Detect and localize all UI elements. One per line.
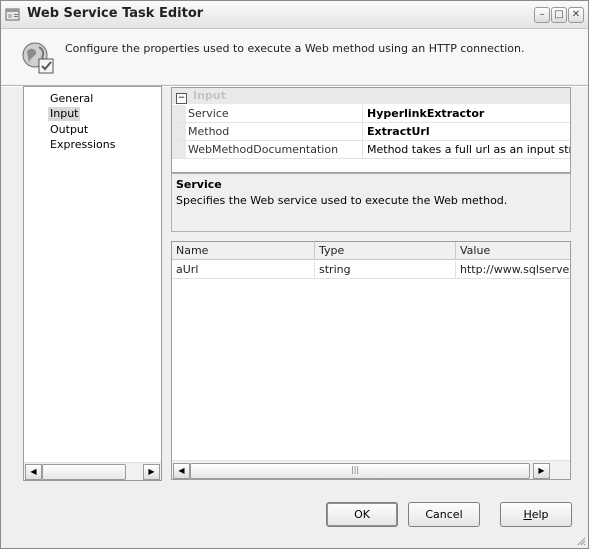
scroll-right-icon[interactable]: ▶ xyxy=(533,463,550,479)
property-value[interactable]: Method takes a full url as an input stri… xyxy=(367,141,570,158)
property-category-row[interactable]: − Input xyxy=(172,88,570,104)
nav-item-general[interactable]: General xyxy=(48,92,95,106)
property-grid[interactable]: − Input Service HyperlinkExtractor Method… xyxy=(171,87,571,173)
property-name: WebMethodDocumentation xyxy=(188,141,363,158)
property-value[interactable]: HyperlinkExtractor xyxy=(367,105,570,122)
web-service-globe-icon xyxy=(22,42,54,74)
help-button[interactable]: Help xyxy=(500,502,572,527)
property-description-panel: Service Specifies the Web service used t… xyxy=(171,173,571,232)
cancel-button[interactable]: Cancel xyxy=(408,502,480,527)
description-title: Service xyxy=(176,178,222,191)
minimize-icon[interactable]: – xyxy=(534,7,550,23)
table-cell-type[interactable]: string xyxy=(315,261,456,279)
scroll-right-icon[interactable]: ▶ xyxy=(143,464,160,480)
dialog-window: Web Service Task Editor – □ ✕ Configure … xyxy=(0,0,589,549)
maximize-icon[interactable]: □ xyxy=(551,7,567,23)
nav-item-input[interactable]: Input xyxy=(48,107,81,121)
nav-item-expressions[interactable]: Expressions xyxy=(48,138,117,152)
close-icon[interactable]: ✕ xyxy=(568,7,584,23)
parameters-horizontal-scrollbar[interactable]: ◀ ||| ▶ xyxy=(172,460,570,479)
scroll-thumb[interactable]: ||| xyxy=(190,463,530,479)
property-row-webmethod-documentation[interactable]: WebMethodDocumentation Method takes a fu… xyxy=(172,141,570,159)
scroll-thumb[interactable] xyxy=(42,464,126,480)
title-bar[interactable]: Web Service Task Editor – □ ✕ xyxy=(1,1,588,29)
window-title: Web Service Task Editor xyxy=(27,6,204,21)
scroll-left-icon[interactable]: ◀ xyxy=(25,464,42,480)
thumb-grip-icon: ||| xyxy=(351,465,360,474)
column-header-type[interactable]: Type xyxy=(315,242,456,260)
property-row-service[interactable]: Service HyperlinkExtractor xyxy=(172,105,570,123)
header-description: Configure the properties used to execute… xyxy=(65,42,525,55)
scroll-left-icon[interactable]: ◀ xyxy=(173,463,190,479)
nav-item-output[interactable]: Output xyxy=(48,123,90,137)
collapse-icon[interactable]: − xyxy=(176,93,187,104)
property-row-method[interactable]: Method ExtractUrl xyxy=(172,123,570,141)
parameters-grid[interactable]: Name Type Value aUrl string http://www.s… xyxy=(171,241,571,480)
resize-grip-icon[interactable] xyxy=(576,536,586,546)
column-header-value[interactable]: Value xyxy=(456,242,570,260)
property-value[interactable]: ExtractUrl xyxy=(367,123,570,140)
property-name: Method xyxy=(188,123,363,140)
help-mnemonic: H xyxy=(523,508,532,521)
task-editor-icon xyxy=(5,8,20,21)
help-label-rest: elp xyxy=(531,508,549,521)
table-cell-name[interactable]: aUrl xyxy=(172,261,315,279)
caption-buttons: – □ ✕ xyxy=(534,7,584,23)
nav-horizontal-scrollbar[interactable]: ◀ ▶ xyxy=(24,462,161,480)
page-navigation-list[interactable]: General Input Output Expressions ◀ ▶ xyxy=(23,86,162,481)
ok-button[interactable]: OK xyxy=(326,502,398,527)
property-category-label: Input xyxy=(193,89,226,102)
property-name: Service xyxy=(188,105,363,122)
column-header-name[interactable]: Name xyxy=(172,242,315,260)
description-text: Specifies the Web service used to execut… xyxy=(176,194,508,207)
table-cell-value[interactable]: http://www.sqlserver xyxy=(456,261,570,279)
dialog-header: Configure the properties used to execute… xyxy=(1,29,588,84)
